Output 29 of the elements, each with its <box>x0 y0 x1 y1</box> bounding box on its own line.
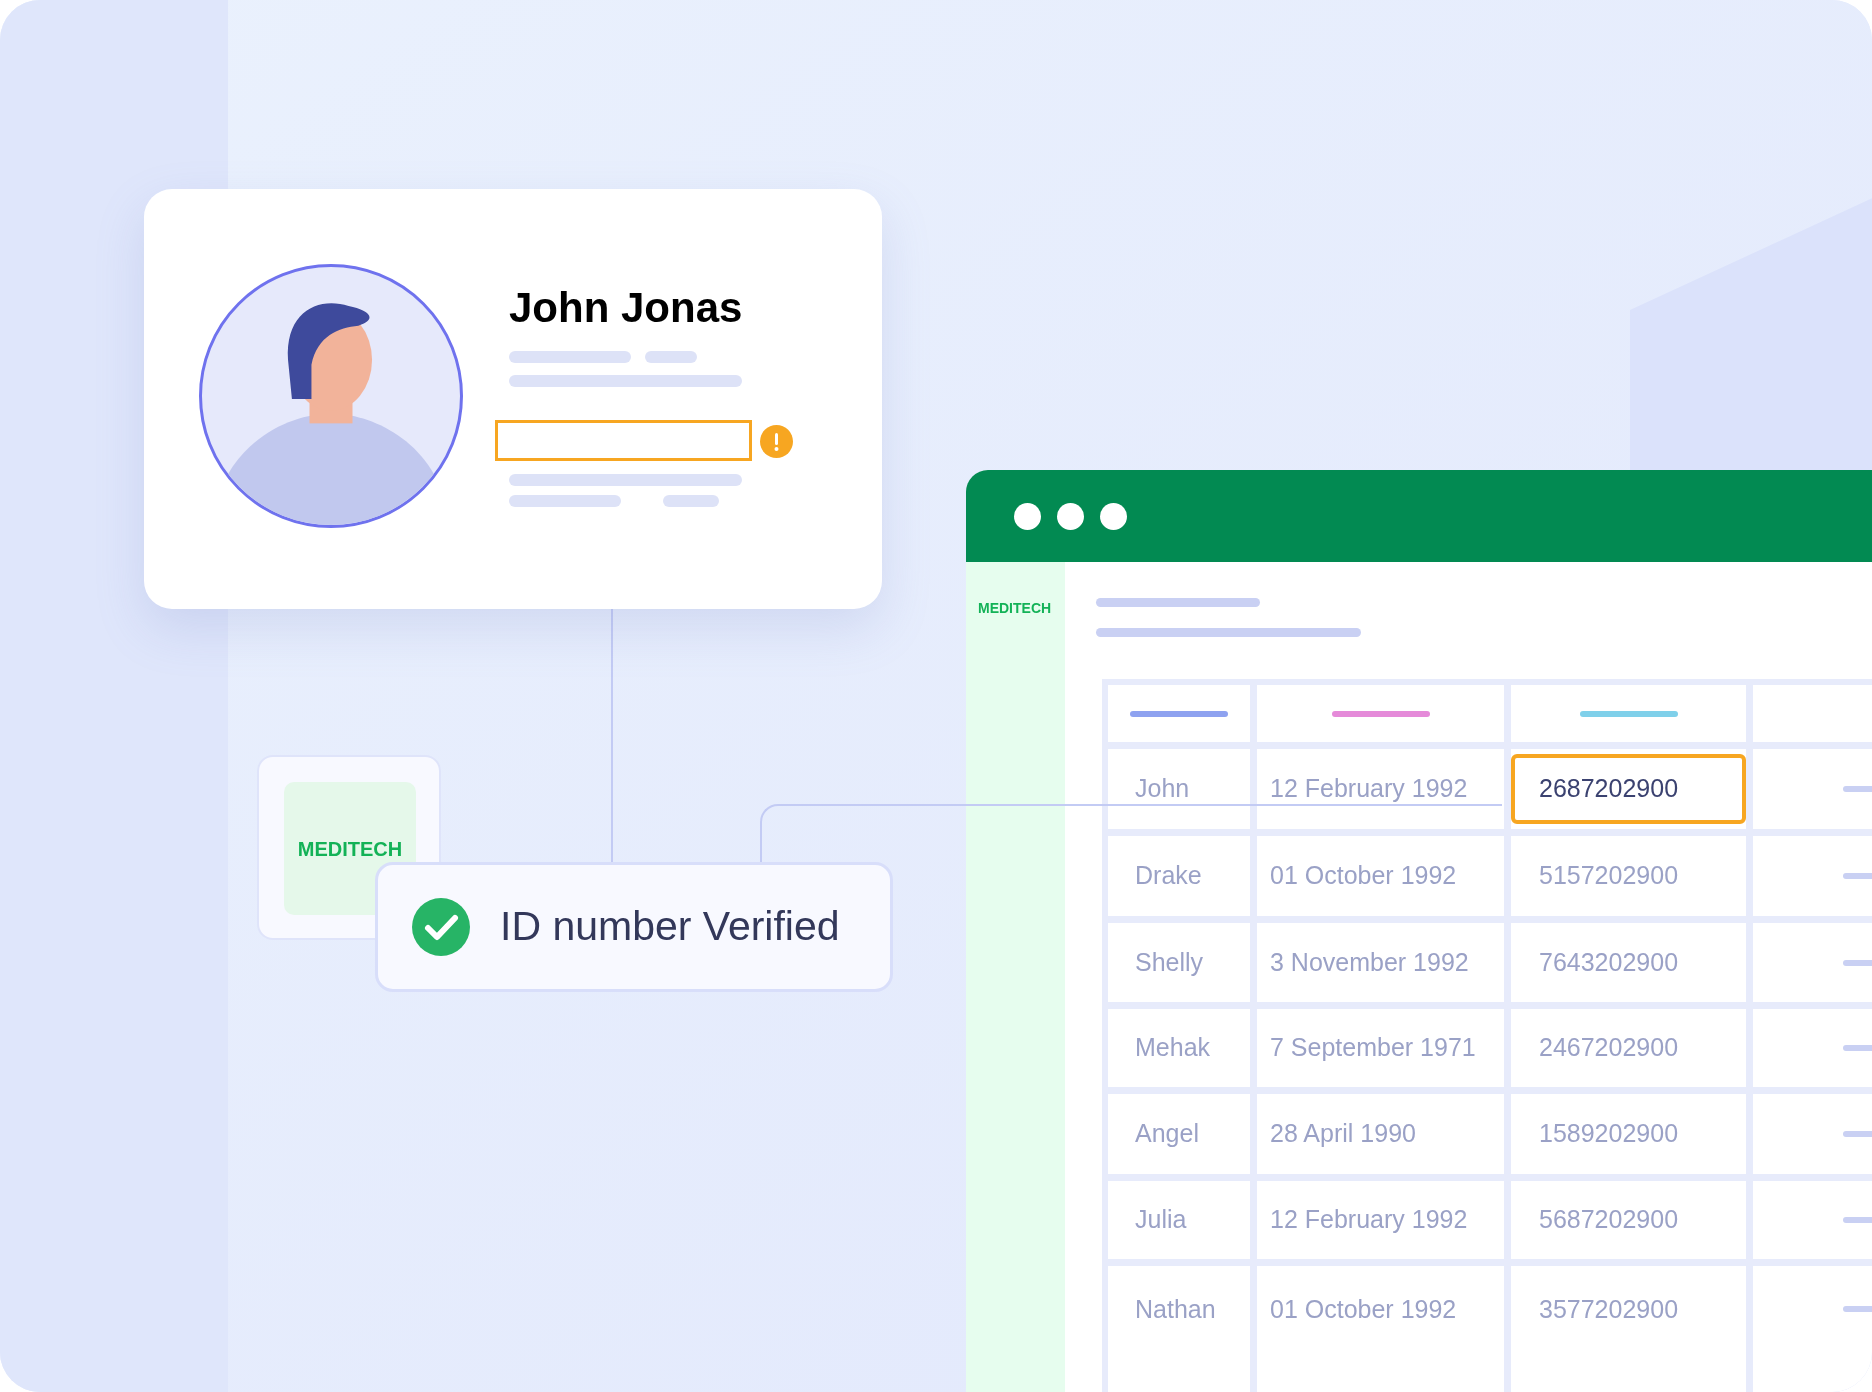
table-cell: Nathan <box>1108 1266 1250 1392</box>
table-cell: 01 October 1992 <box>1257 836 1504 916</box>
profile-name: John Jonas <box>509 287 743 329</box>
table-cell: 2687202900 <box>1511 754 1746 824</box>
table-cell-text: 1589202900 <box>1538 1118 1680 1150</box>
warning-icon <box>760 425 793 458</box>
table-cell: 3 November 1992 <box>1257 923 1504 1002</box>
table-cell-text: 5687202900 <box>1538 1204 1680 1236</box>
verification-text: ID number Verified <box>500 902 840 952</box>
table-cell: 7 September 1971 <box>1257 1009 1504 1087</box>
table-cell-text: 3577202900 <box>1538 1294 1680 1325</box>
table-cell-text: 2467202900 <box>1538 1032 1680 1064</box>
logo-text: MEDITECH <box>297 836 403 862</box>
table-cell: 28 April 1990 <box>1257 1094 1504 1174</box>
table-cell: 12 February 1992 <box>1257 1181 1504 1259</box>
sidebar-logo: MEDITECH <box>978 600 1052 616</box>
table-cell: John <box>1108 749 1250 829</box>
table-cell-text: 7643202900 <box>1538 946 1680 978</box>
table-cell: Mehak <box>1108 1009 1250 1087</box>
table-cell: 12 February 1992 <box>1257 749 1504 829</box>
table-cell: Shelly <box>1108 923 1250 1002</box>
table-cell-text: 5157202900 <box>1538 860 1680 892</box>
table-cell: 01 October 1992 <box>1257 1266 1504 1392</box>
input-field[interactable] <box>495 420 752 461</box>
placeholder-bar <box>663 495 719 507</box>
table-cell: Julia <box>1108 1181 1250 1259</box>
table-cell: Drake <box>1108 836 1250 916</box>
placeholder-bar <box>645 351 697 363</box>
table-cell: Angel <box>1108 1094 1250 1174</box>
